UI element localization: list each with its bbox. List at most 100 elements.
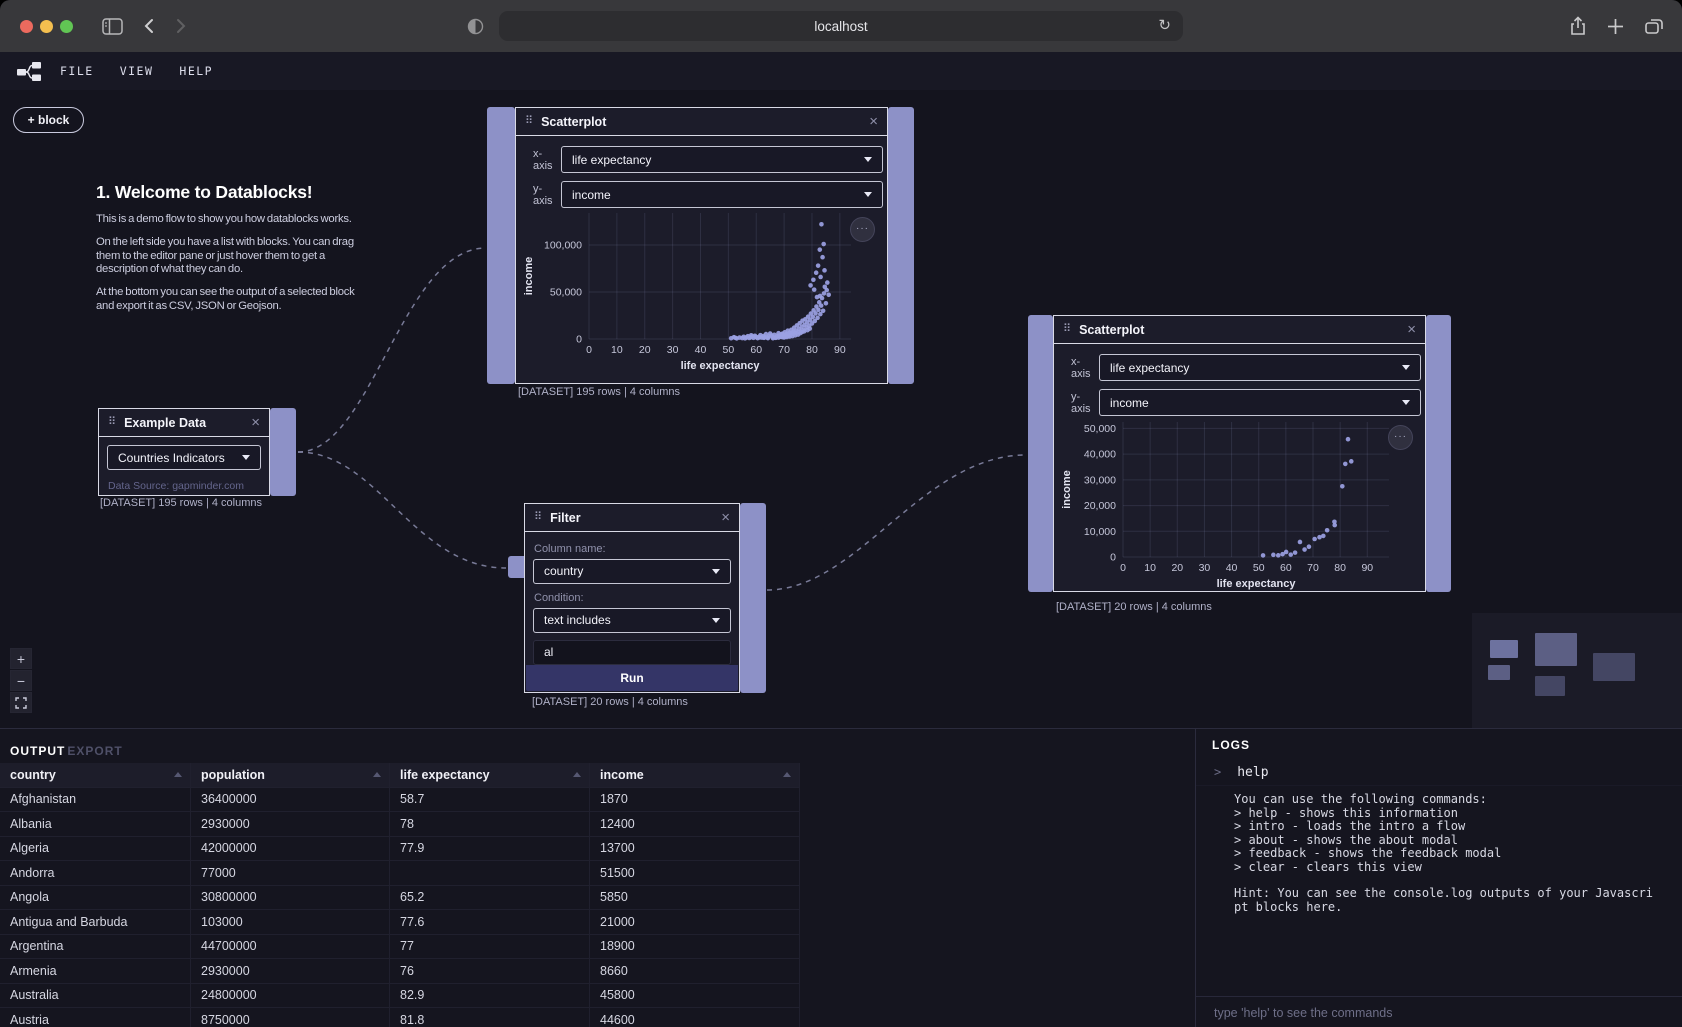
sort-arrow-icon[interactable]	[373, 772, 381, 777]
scatter-point	[1288, 552, 1293, 557]
menu-help[interactable]: HELP	[179, 64, 213, 78]
add-block-button[interactable]: + block	[13, 107, 84, 133]
filter-header[interactable]: ⠿ Filter ×	[525, 504, 739, 532]
privacy-shield-icon[interactable]	[467, 18, 484, 35]
column-header-population[interactable]: population	[191, 763, 390, 787]
drag-handle-icon[interactable]: ⠿	[534, 512, 542, 523]
scatterplot1-input-port[interactable]	[487, 107, 515, 384]
y-axis-select[interactable]: income	[561, 181, 883, 208]
close-icon[interactable]: ×	[869, 114, 878, 129]
scatterplot1-header[interactable]: ⠿ Scatterplot ×	[516, 108, 887, 136]
y-tick-label: 40,000	[1084, 449, 1116, 461]
close-window-button[interactable]	[20, 20, 33, 33]
table-row[interactable]: Antigua and Barbuda10300077.621000	[0, 910, 800, 935]
share-icon[interactable]	[1569, 16, 1587, 36]
table-row[interactable]: Armenia2930000768660	[0, 959, 800, 984]
drag-handle-icon[interactable]: ⠿	[1063, 324, 1071, 335]
zoom-window-button[interactable]	[60, 20, 73, 33]
scatter-point	[816, 308, 821, 313]
table-row[interactable]: Argentina447000007718900	[0, 935, 800, 960]
tab-output[interactable]: OUTPUT	[10, 744, 65, 758]
table-cell: 77.9	[390, 837, 590, 861]
flow-canvas[interactable]: + block 1. Welcome to Datablocks! This i…	[0, 90, 1682, 728]
close-icon[interactable]: ×	[1407, 322, 1416, 337]
example-data-output-port[interactable]	[270, 408, 296, 496]
reload-icon[interactable]: ↻	[1158, 16, 1171, 34]
table-row[interactable]: Afghanistan3640000058.71870	[0, 788, 800, 813]
column-header-life-expectancy[interactable]: life expectancy	[390, 763, 590, 787]
x-tick-label: 80	[1334, 562, 1346, 574]
table-row[interactable]: Australia2480000082.945800	[0, 984, 800, 1009]
drag-handle-icon[interactable]: ⠿	[108, 417, 116, 428]
scatter-point	[822, 268, 827, 273]
filter-output-port[interactable]	[740, 503, 766, 693]
run-button[interactable]: Run	[526, 665, 738, 691]
table-row[interactable]: Albania29300007812400	[0, 812, 800, 837]
close-icon[interactable]: ×	[721, 510, 730, 525]
column-header-country[interactable]: country	[0, 763, 191, 787]
zoom-in-button[interactable]: +	[10, 648, 32, 669]
scatter-point	[814, 270, 819, 275]
y-axis-select[interactable]: income	[1099, 389, 1421, 416]
sidebar-icon[interactable]	[102, 18, 123, 35]
scatterplot2-header[interactable]: ⠿ Scatterplot ×	[1054, 316, 1425, 344]
dataset-select[interactable]: Countries Indicators	[107, 445, 261, 470]
sort-arrow-icon[interactable]	[573, 772, 581, 777]
table-cell: Austria	[0, 1008, 191, 1027]
zoom-out-button[interactable]: −	[10, 670, 32, 691]
node-example-data[interactable]: ⠿ Example Data × Countries Indicators Da…	[98, 408, 296, 496]
y-tick-label: 100,000	[544, 239, 582, 251]
traffic-lights	[20, 20, 80, 33]
table-row[interactable]: Andorra7700051500	[0, 861, 800, 886]
edge-example-to-filter[interactable]	[298, 452, 506, 568]
scatterplot2-input-port[interactable]	[1028, 315, 1053, 592]
scatter-point	[1276, 553, 1281, 558]
scatter-point	[788, 331, 793, 336]
dataset-caption: [DATASET] 20 rows | 4 columns	[532, 696, 688, 708]
table-row[interactable]: Austria875000081.844600	[0, 1008, 800, 1027]
edge-filter-to-scatter2[interactable]	[767, 455, 1026, 590]
table-cell: Antigua and Barbuda	[0, 910, 191, 934]
scatterplot1-output-port[interactable]	[888, 107, 914, 384]
x-axis-select[interactable]: life expectancy	[561, 146, 883, 173]
back-button[interactable]	[143, 18, 154, 34]
table-row[interactable]: Angola3080000065.25850	[0, 886, 800, 911]
node-filter[interactable]: ⠿ Filter × Column name: country Conditio…	[508, 503, 766, 693]
table-cell: 8750000	[191, 1008, 390, 1027]
minimize-window-button[interactable]	[40, 20, 53, 33]
minimap-node	[1488, 665, 1510, 680]
data-source-note: Data Source: gapminder.com	[99, 470, 269, 492]
x-tick-label: 70	[1307, 562, 1319, 574]
scatter-point	[784, 332, 789, 337]
more-options-button[interactable]: ···	[1388, 425, 1413, 450]
filter-value-input[interactable]	[533, 640, 731, 666]
column-header-income[interactable]: income	[590, 763, 800, 787]
node-scatterplot-2[interactable]: ⠿ Scatterplot × x-axis life expectancy y…	[1028, 315, 1451, 592]
address-bar[interactable]: localhost ↻	[499, 11, 1183, 41]
table-row[interactable]: Algeria4200000077.913700	[0, 837, 800, 862]
console-input[interactable]	[1212, 1005, 1636, 1021]
tab-export[interactable]: EXPORT	[67, 744, 122, 758]
new-tab-icon[interactable]	[1607, 18, 1624, 35]
scatter-point	[780, 331, 785, 336]
menu-view[interactable]: VIEW	[120, 64, 154, 78]
node-scatterplot-1[interactable]: ⠿ Scatterplot × x-axis life expectancy y…	[487, 107, 914, 384]
more-options-button[interactable]: ···	[850, 217, 875, 242]
sort-arrow-icon[interactable]	[174, 772, 182, 777]
browser-window: localhost ↻ FILE VIEW HELP	[0, 0, 1682, 1027]
x-axis-label: x-axis	[533, 148, 561, 172]
fit-view-button[interactable]	[10, 692, 32, 713]
forward-button[interactable]	[176, 18, 187, 34]
minimap[interactable]	[1472, 613, 1682, 728]
condition-select[interactable]: text includes	[533, 608, 731, 633]
x-axis-select[interactable]: life expectancy	[1099, 354, 1421, 381]
column-select[interactable]: country	[533, 559, 731, 584]
sort-arrow-icon[interactable]	[783, 772, 791, 777]
chevron-down-icon	[712, 569, 720, 574]
menu-file[interactable]: FILE	[60, 64, 94, 78]
example-data-header[interactable]: ⠿ Example Data ×	[99, 409, 269, 437]
tab-overview-icon[interactable]	[1644, 17, 1664, 35]
drag-handle-icon[interactable]: ⠿	[525, 116, 533, 127]
close-icon[interactable]: ×	[251, 415, 260, 430]
scatterplot2-output-port[interactable]	[1426, 315, 1451, 592]
